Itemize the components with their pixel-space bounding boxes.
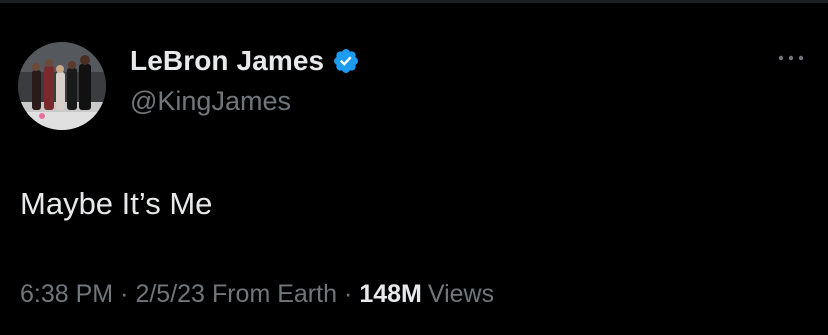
more-horizontal-icon[interactable] — [776, 50, 806, 66]
name-row: LeBron James — [130, 44, 360, 78]
views-count[interactable]: 148M — [359, 280, 422, 309]
meta-separator: · — [120, 280, 129, 308]
tweet-meta: 6:38 PM · 2/5/23 From Earth · 148M Views — [20, 280, 494, 309]
tweet-card: LeBron James @KingJames Maybe It’s Me 6:… — [0, 0, 828, 335]
divider — [0, 0, 828, 3]
tweet-time[interactable]: 6:38 PM — [20, 280, 113, 309]
display-name[interactable]: LeBron James — [130, 45, 324, 77]
tweet-date[interactable]: 2/5/23 — [135, 280, 205, 309]
handle[interactable]: @KingJames — [130, 86, 360, 117]
avatar[interactable] — [18, 42, 106, 130]
tweet-source: From Earth — [211, 280, 337, 308]
avatar-photo — [18, 42, 106, 130]
meta-separator-2: · — [343, 280, 353, 308]
verified-badge-icon — [332, 47, 360, 75]
tweet-text: Maybe It’s Me — [20, 186, 213, 221]
author-info: LeBron James @KingJames — [130, 44, 360, 117]
views-label[interactable]: Views — [428, 280, 494, 309]
